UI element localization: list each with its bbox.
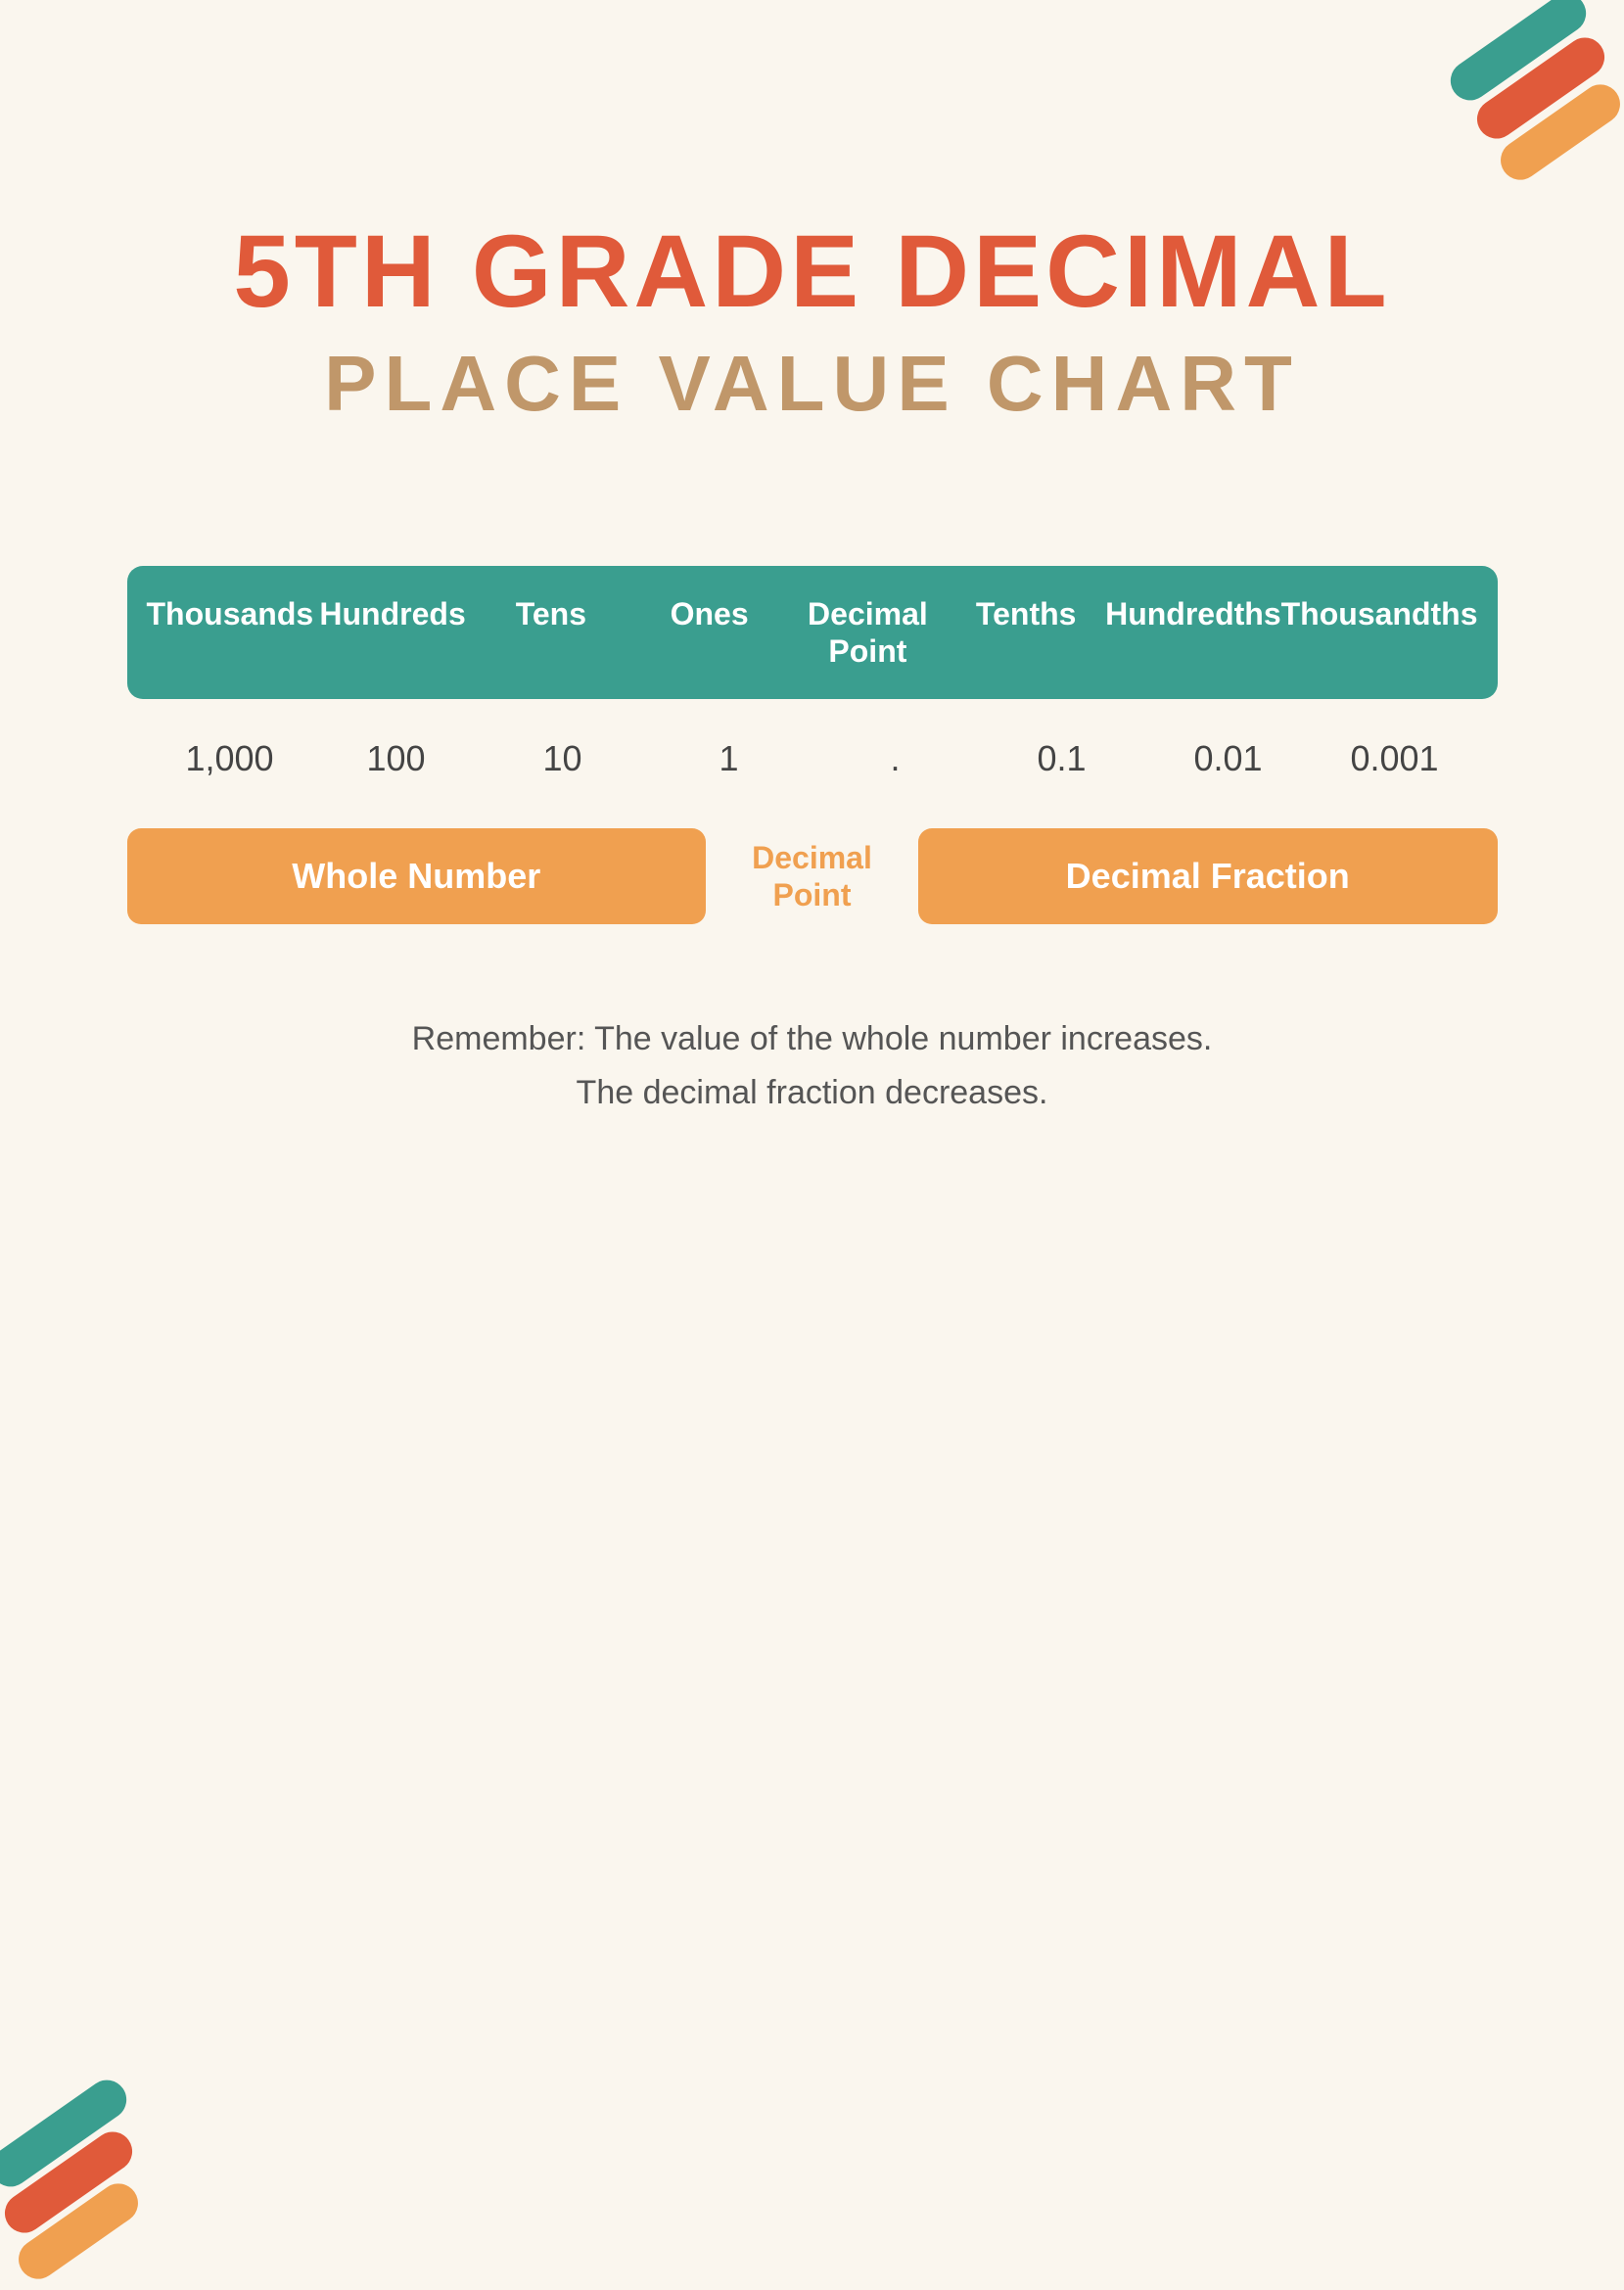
header-thousandths: Thousandths [1281,595,1478,671]
title-line2: PLACE VALUE CHART [324,339,1300,429]
title-line1: 5TH GRADE DECIMAL [233,215,1390,329]
decimal-point-label: Decimal Point [706,828,918,924]
value-ones: 1 [646,738,812,779]
table-labels-row: Whole Number Decimal Point Decimal Fract… [127,828,1498,924]
table-values-row: 1,000 100 10 1 . 0.1 0.01 0.001 [127,699,1498,818]
decimal-fraction-label: Decimal Fraction [918,828,1498,924]
decimal-point-label-line2: Point [773,876,852,913]
value-hundredths: 0.01 [1145,738,1312,779]
value-tenths: 0.1 [979,738,1145,779]
decimal-point-label-line1: Decimal [752,839,872,876]
table-header-row: Thousands Hundreds Tens Ones DecimalPoin… [127,566,1498,700]
header-hundreds: Hundreds [313,595,472,671]
remember-line2: The decimal fraction decreases. [412,1066,1213,1119]
value-decimal-point: . [812,738,979,779]
header-tens: Tens [472,595,630,671]
header-tenths: Tenths [947,595,1105,671]
header-hundredths: Hundredths [1105,595,1281,671]
whole-number-label: Whole Number [127,828,707,924]
remember-line1: Remember: The value of the whole number … [412,1012,1213,1065]
place-value-table: Thousands Hundreds Tens Ones DecimalPoin… [127,566,1498,925]
remember-section: Remember: The value of the whole number … [412,1012,1213,1119]
header-ones: Ones [630,595,789,671]
value-hundreds: 100 [313,738,480,779]
header-thousands: Thousands [147,595,314,671]
value-thousands: 1,000 [147,738,313,779]
value-tens: 10 [480,738,646,779]
value-thousandths: 0.001 [1312,738,1478,779]
main-content: 5TH GRADE DECIMAL PLACE VALUE CHART Thou… [0,0,1624,2290]
header-decimal-point: DecimalPoint [789,595,948,671]
